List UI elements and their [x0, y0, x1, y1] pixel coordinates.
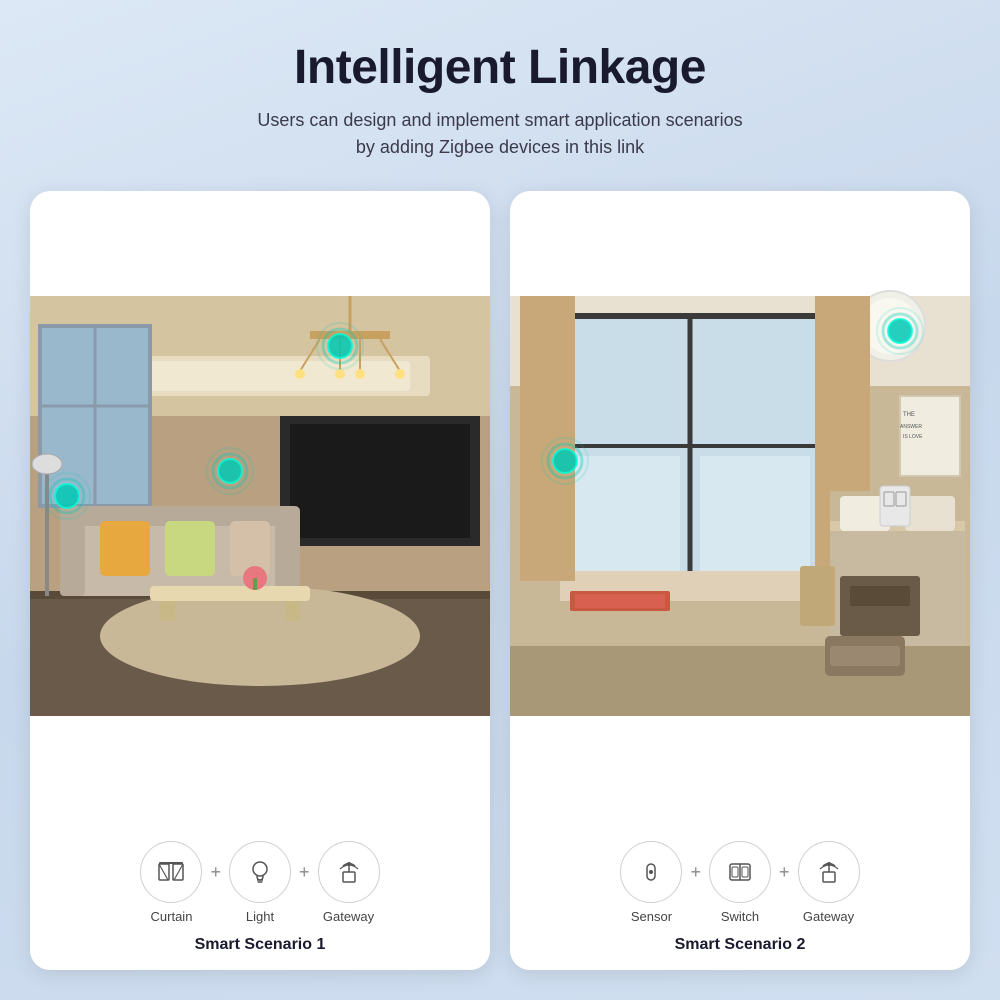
- switch-icon-circle: [709, 841, 771, 903]
- plus-1: +: [210, 862, 221, 883]
- curtain-label: Curtain: [151, 909, 193, 924]
- device-curtain: Curtain: [140, 841, 202, 924]
- switch-label: Switch: [721, 909, 759, 924]
- svg-text:THE: THE: [903, 412, 915, 418]
- gateway-icon: [333, 856, 365, 888]
- device-switch: Switch: [709, 841, 771, 924]
- light-icon: [244, 856, 276, 888]
- scenario-card-2: THE ANSWER IS LOVE: [510, 191, 970, 970]
- sensor-icon: [635, 856, 667, 888]
- card2-footer: Sensor + Switch +: [510, 821, 970, 970]
- plus-2: +: [299, 862, 310, 883]
- page-title: Intelligent Linkage: [257, 40, 742, 95]
- card1-devices-row: Curtain + Light +: [45, 841, 475, 924]
- sensor-icon-circle: [620, 841, 682, 903]
- card1-footer: Curtain + Light +: [30, 821, 490, 970]
- cards-container: Curtain + Light +: [30, 191, 970, 970]
- scenario-2-title: Smart Scenario 2: [525, 936, 955, 954]
- sensor-label: Sensor: [631, 909, 672, 924]
- switch-icon: [724, 856, 756, 888]
- scenario-1-title: Smart Scenario 1: [45, 936, 475, 954]
- scenario-card-1: Curtain + Light +: [30, 191, 490, 970]
- card2-image: THE ANSWER IS LOVE: [510, 191, 970, 821]
- gateway-icon-circle-1: [318, 841, 380, 903]
- plus-3: +: [690, 862, 701, 883]
- light-icon-circle: [229, 841, 291, 903]
- device-sensor: Sensor: [620, 841, 682, 924]
- plus-4: +: [779, 862, 790, 883]
- curtain-icon: [155, 856, 187, 888]
- device-gateway-1: Gateway: [318, 841, 380, 924]
- light-label: Light: [246, 909, 274, 924]
- gateway-icon-2: [813, 856, 845, 888]
- device-gateway-2: Gateway: [798, 841, 860, 924]
- header-section: Intelligent Linkage Users can design and…: [257, 40, 742, 161]
- gateway-label-2: Gateway: [803, 909, 854, 924]
- gateway-icon-circle-2: [798, 841, 860, 903]
- device-light: Light: [229, 841, 291, 924]
- card1-image: [30, 191, 490, 821]
- svg-text:ANSWER: ANSWER: [900, 424, 922, 430]
- svg-text:IS LOVE: IS LOVE: [903, 434, 923, 440]
- card2-devices-row: Sensor + Switch +: [525, 841, 955, 924]
- curtain-icon-circle: [140, 841, 202, 903]
- subtitle: Users can design and implement smart app…: [257, 107, 742, 161]
- gateway-label-1: Gateway: [323, 909, 374, 924]
